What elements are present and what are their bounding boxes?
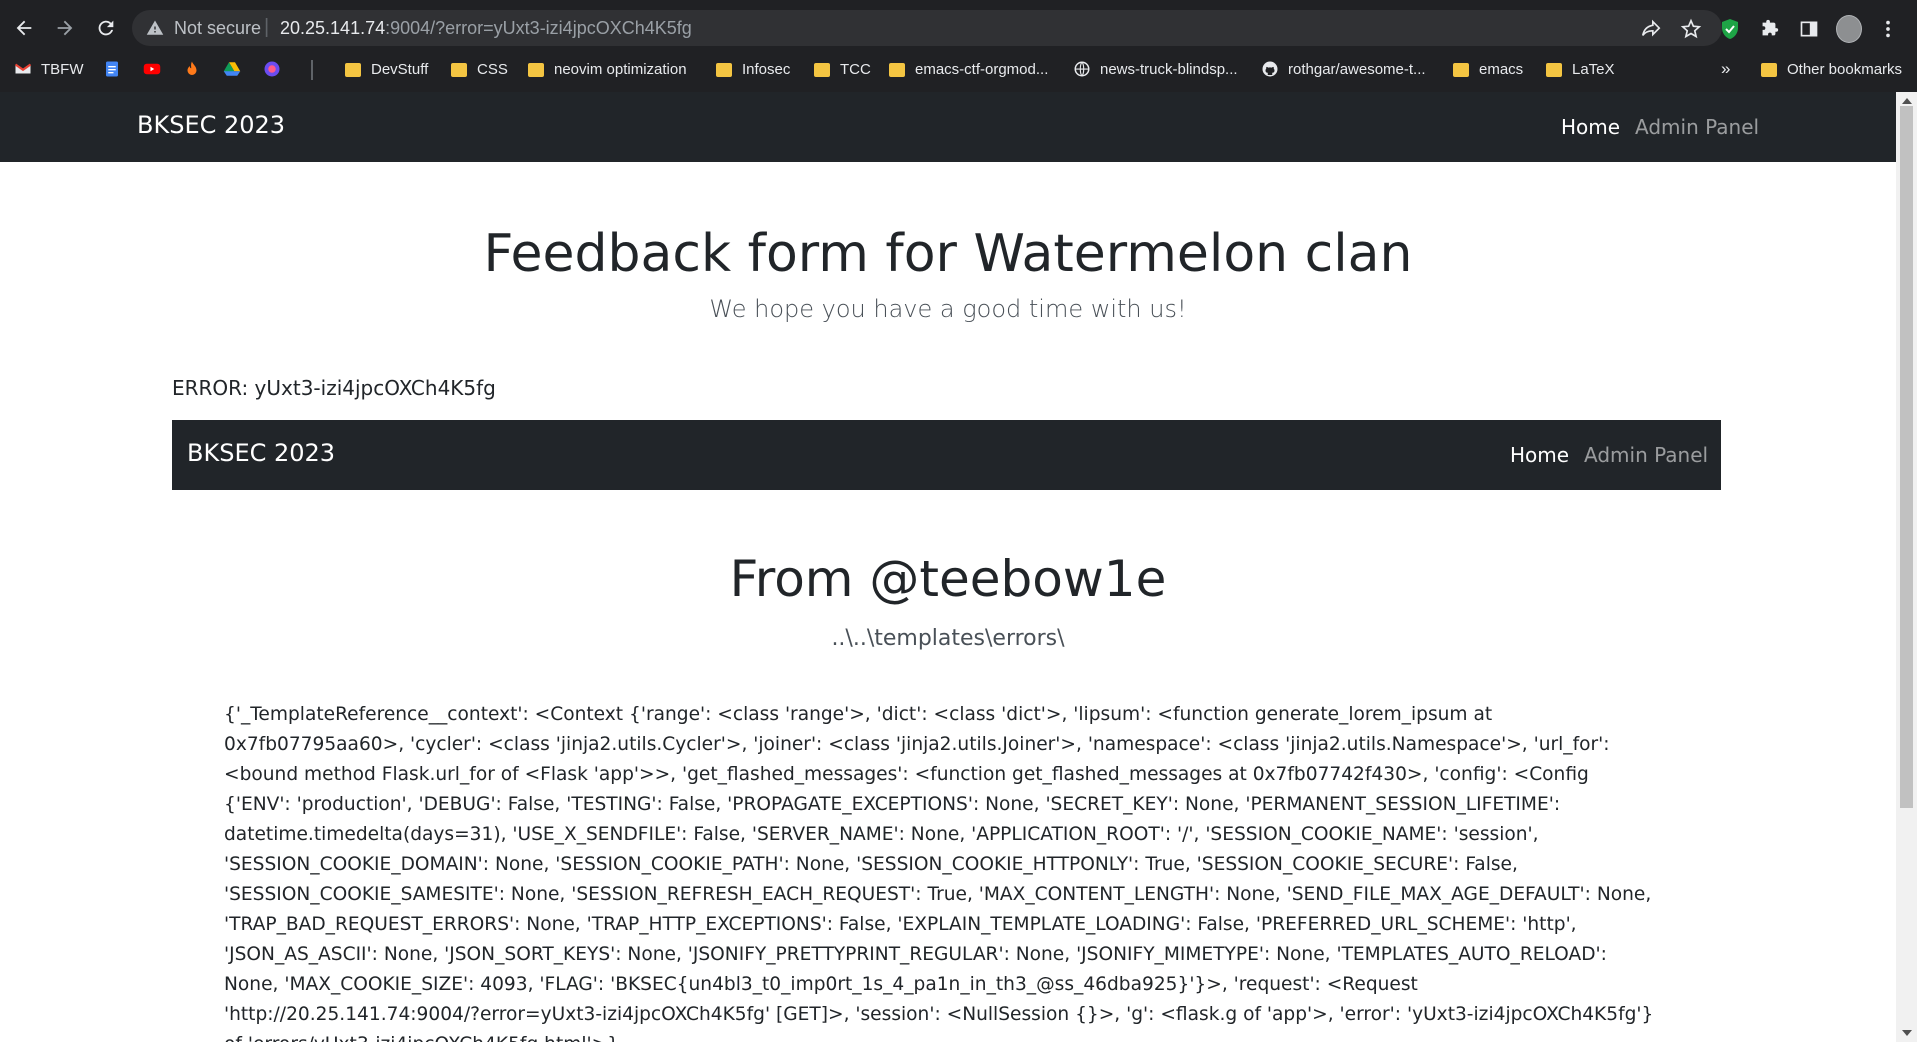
error-message: ERROR: yUxt3-izi4jpcOXCh4K5fg xyxy=(172,376,496,400)
page-title: Feedback form for Watermelon clan xyxy=(483,224,1413,284)
github-icon xyxy=(1262,61,1278,77)
template-context-dump: {'_TemplateReference__context': <Context… xyxy=(224,704,1654,1042)
navbar-brand[interactable]: BKSEC 2023 xyxy=(137,111,285,139)
drive-icon xyxy=(223,62,241,76)
bookmarks-divider xyxy=(311,60,313,80)
globe-icon xyxy=(1074,61,1090,77)
folder-icon xyxy=(814,63,830,77)
bookmark-label: emacs xyxy=(1479,60,1524,78)
bookmark-folder-css[interactable]: CSS xyxy=(451,58,508,80)
flame-icon xyxy=(187,61,197,75)
bookmark-sphere[interactable] xyxy=(263,58,290,80)
web-page: BKSEC 2023 Home Admin Panel Feedback for… xyxy=(0,92,1896,1042)
browser-chrome: Not secure | 20.25.141.74:9004/?error=yU… xyxy=(0,0,1917,92)
bookmark-label: TCC xyxy=(840,60,871,78)
gmail-icon xyxy=(14,63,32,74)
bookmark-label: TBFW xyxy=(41,60,84,78)
bookmarks-overflow-button[interactable]: » xyxy=(1721,58,1730,80)
other-bookmarks-label: Other bookmarks xyxy=(1787,60,1903,78)
not-secure-label[interactable]: Not secure xyxy=(174,18,261,39)
folder-icon xyxy=(1453,63,1469,77)
scroll-down-arrow-icon[interactable] xyxy=(1902,1030,1912,1036)
more-menu-icon[interactable] xyxy=(1875,16,1901,42)
bookmark-news-truck[interactable]: news-truck-blindsp... xyxy=(1073,58,1238,80)
folder-icon xyxy=(1761,63,1777,77)
url-host: 20.25.141.74 xyxy=(280,18,386,38)
embedded-navbar-brand[interactable]: BKSEC 2023 xyxy=(187,439,335,467)
embedded-nav-link-admin-panel[interactable]: Admin Panel xyxy=(1584,443,1708,467)
bookmark-docs[interactable] xyxy=(103,58,130,80)
folder-icon xyxy=(451,63,467,77)
bookmark-folder-infosec[interactable]: Infosec xyxy=(716,58,790,80)
site-navbar: BKSEC 2023 Home Admin Panel xyxy=(0,92,1896,162)
url-text[interactable]: 20.25.141.74:9004/?error=yUxt3-izi4jpcOX… xyxy=(280,18,692,39)
bookmark-flame[interactable] xyxy=(183,58,210,80)
bookmarks-bar: TBFW DevStuff CSS neovim optimization In… xyxy=(0,52,1917,86)
folder-icon xyxy=(716,63,732,77)
bookmark-label: LaTeX xyxy=(1572,60,1615,78)
embedded-navbar: BKSEC 2023 Home Admin Panel xyxy=(172,420,1721,490)
bookmark-youtube[interactable] xyxy=(143,58,170,80)
warning-icon[interactable] xyxy=(146,19,164,37)
url-separator: | xyxy=(264,16,270,38)
bookmark-rothgar[interactable]: rothgar/awesome-t... xyxy=(1261,58,1426,80)
forward-icon[interactable] xyxy=(51,14,79,42)
bookmark-label: neovim optimization xyxy=(554,60,687,78)
feedback-author-title: From @teebow1e xyxy=(729,550,1167,608)
sphere-icon xyxy=(264,61,280,77)
embedded-nav-link-home[interactable]: Home xyxy=(1510,443,1569,467)
back-icon[interactable] xyxy=(10,14,38,42)
bookmark-drive[interactable] xyxy=(223,58,250,80)
folder-icon xyxy=(345,63,361,77)
template-path: ..\..\templates\errors\ xyxy=(831,626,1065,651)
bookmark-label: CSS xyxy=(477,60,508,78)
puzzle-extension-icon[interactable] xyxy=(1756,16,1782,42)
bookmark-label: news-truck-blindsp... xyxy=(1100,60,1238,78)
scroll-up-arrow-icon[interactable] xyxy=(1902,98,1912,104)
bookmark-folder-neovim[interactable]: neovim optimization xyxy=(528,58,687,80)
share-icon[interactable] xyxy=(1640,18,1662,40)
docs-icon xyxy=(106,61,118,77)
nav-link-admin-panel[interactable]: Admin Panel xyxy=(1635,115,1759,139)
browser-toolbar: Not secure | 20.25.141.74:9004/?error=yU… xyxy=(0,6,1917,50)
url-path: :9004/?error=yUxt3-izi4jpcOXCh4K5fg xyxy=(385,18,692,38)
bookmark-tbfw[interactable]: TBFW xyxy=(14,58,84,80)
reload-icon[interactable] xyxy=(92,14,120,42)
folder-icon xyxy=(1546,63,1562,77)
side-panel-icon[interactable] xyxy=(1796,16,1822,42)
bookmark-folder-latex[interactable]: LaTeX xyxy=(1546,58,1615,80)
bookmark-folder-devstuff[interactable]: DevStuff xyxy=(345,58,428,80)
folder-icon xyxy=(889,63,905,77)
avatar[interactable] xyxy=(1836,15,1862,43)
bookmark-label: rothgar/awesome-t... xyxy=(1288,60,1426,78)
bookmark-folder-emacs[interactable]: emacs xyxy=(1453,58,1523,80)
page-subtitle: We hope you have a good time with us! xyxy=(709,295,1187,323)
shield-extension-icon[interactable] xyxy=(1717,16,1743,42)
nav-link-home[interactable]: Home xyxy=(1561,115,1620,139)
address-bar[interactable]: Not secure | 20.25.141.74:9004/?error=yU… xyxy=(132,10,1722,46)
bookmark-folder-tcc[interactable]: TCC xyxy=(814,58,871,80)
bookmark-label: DevStuff xyxy=(371,60,429,78)
bookmark-label: Infosec xyxy=(742,60,791,78)
other-bookmarks[interactable]: Other bookmarks xyxy=(1761,58,1902,80)
bookmark-folder-emacs-ctf[interactable]: emacs-ctf-orgmod... xyxy=(889,58,1048,80)
scrollbar-thumb[interactable] xyxy=(1900,106,1913,808)
avatar-image xyxy=(1836,15,1862,43)
vertical-scrollbar[interactable] xyxy=(1896,92,1917,1042)
folder-icon xyxy=(528,63,544,77)
star-icon[interactable] xyxy=(1680,18,1702,40)
bookmark-label: emacs-ctf-orgmod... xyxy=(915,60,1049,78)
youtube-icon xyxy=(143,63,161,75)
